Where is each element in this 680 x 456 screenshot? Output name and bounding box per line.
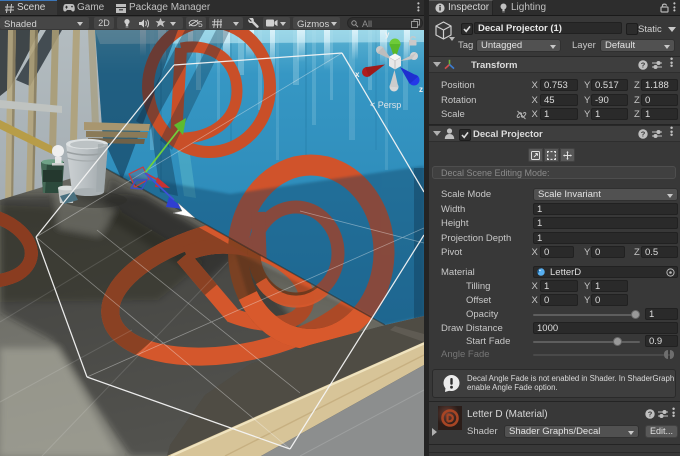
svg-text:z: z <box>419 85 423 94</box>
svg-text:?: ? <box>641 60 646 69</box>
svg-text:?: ? <box>648 410 653 419</box>
svg-text:?: ? <box>641 129 646 138</box>
svg-text:x: x <box>355 70 360 79</box>
svg-text:y: y <box>385 30 390 39</box>
svg-text:< Persp: < Persp <box>370 100 401 110</box>
